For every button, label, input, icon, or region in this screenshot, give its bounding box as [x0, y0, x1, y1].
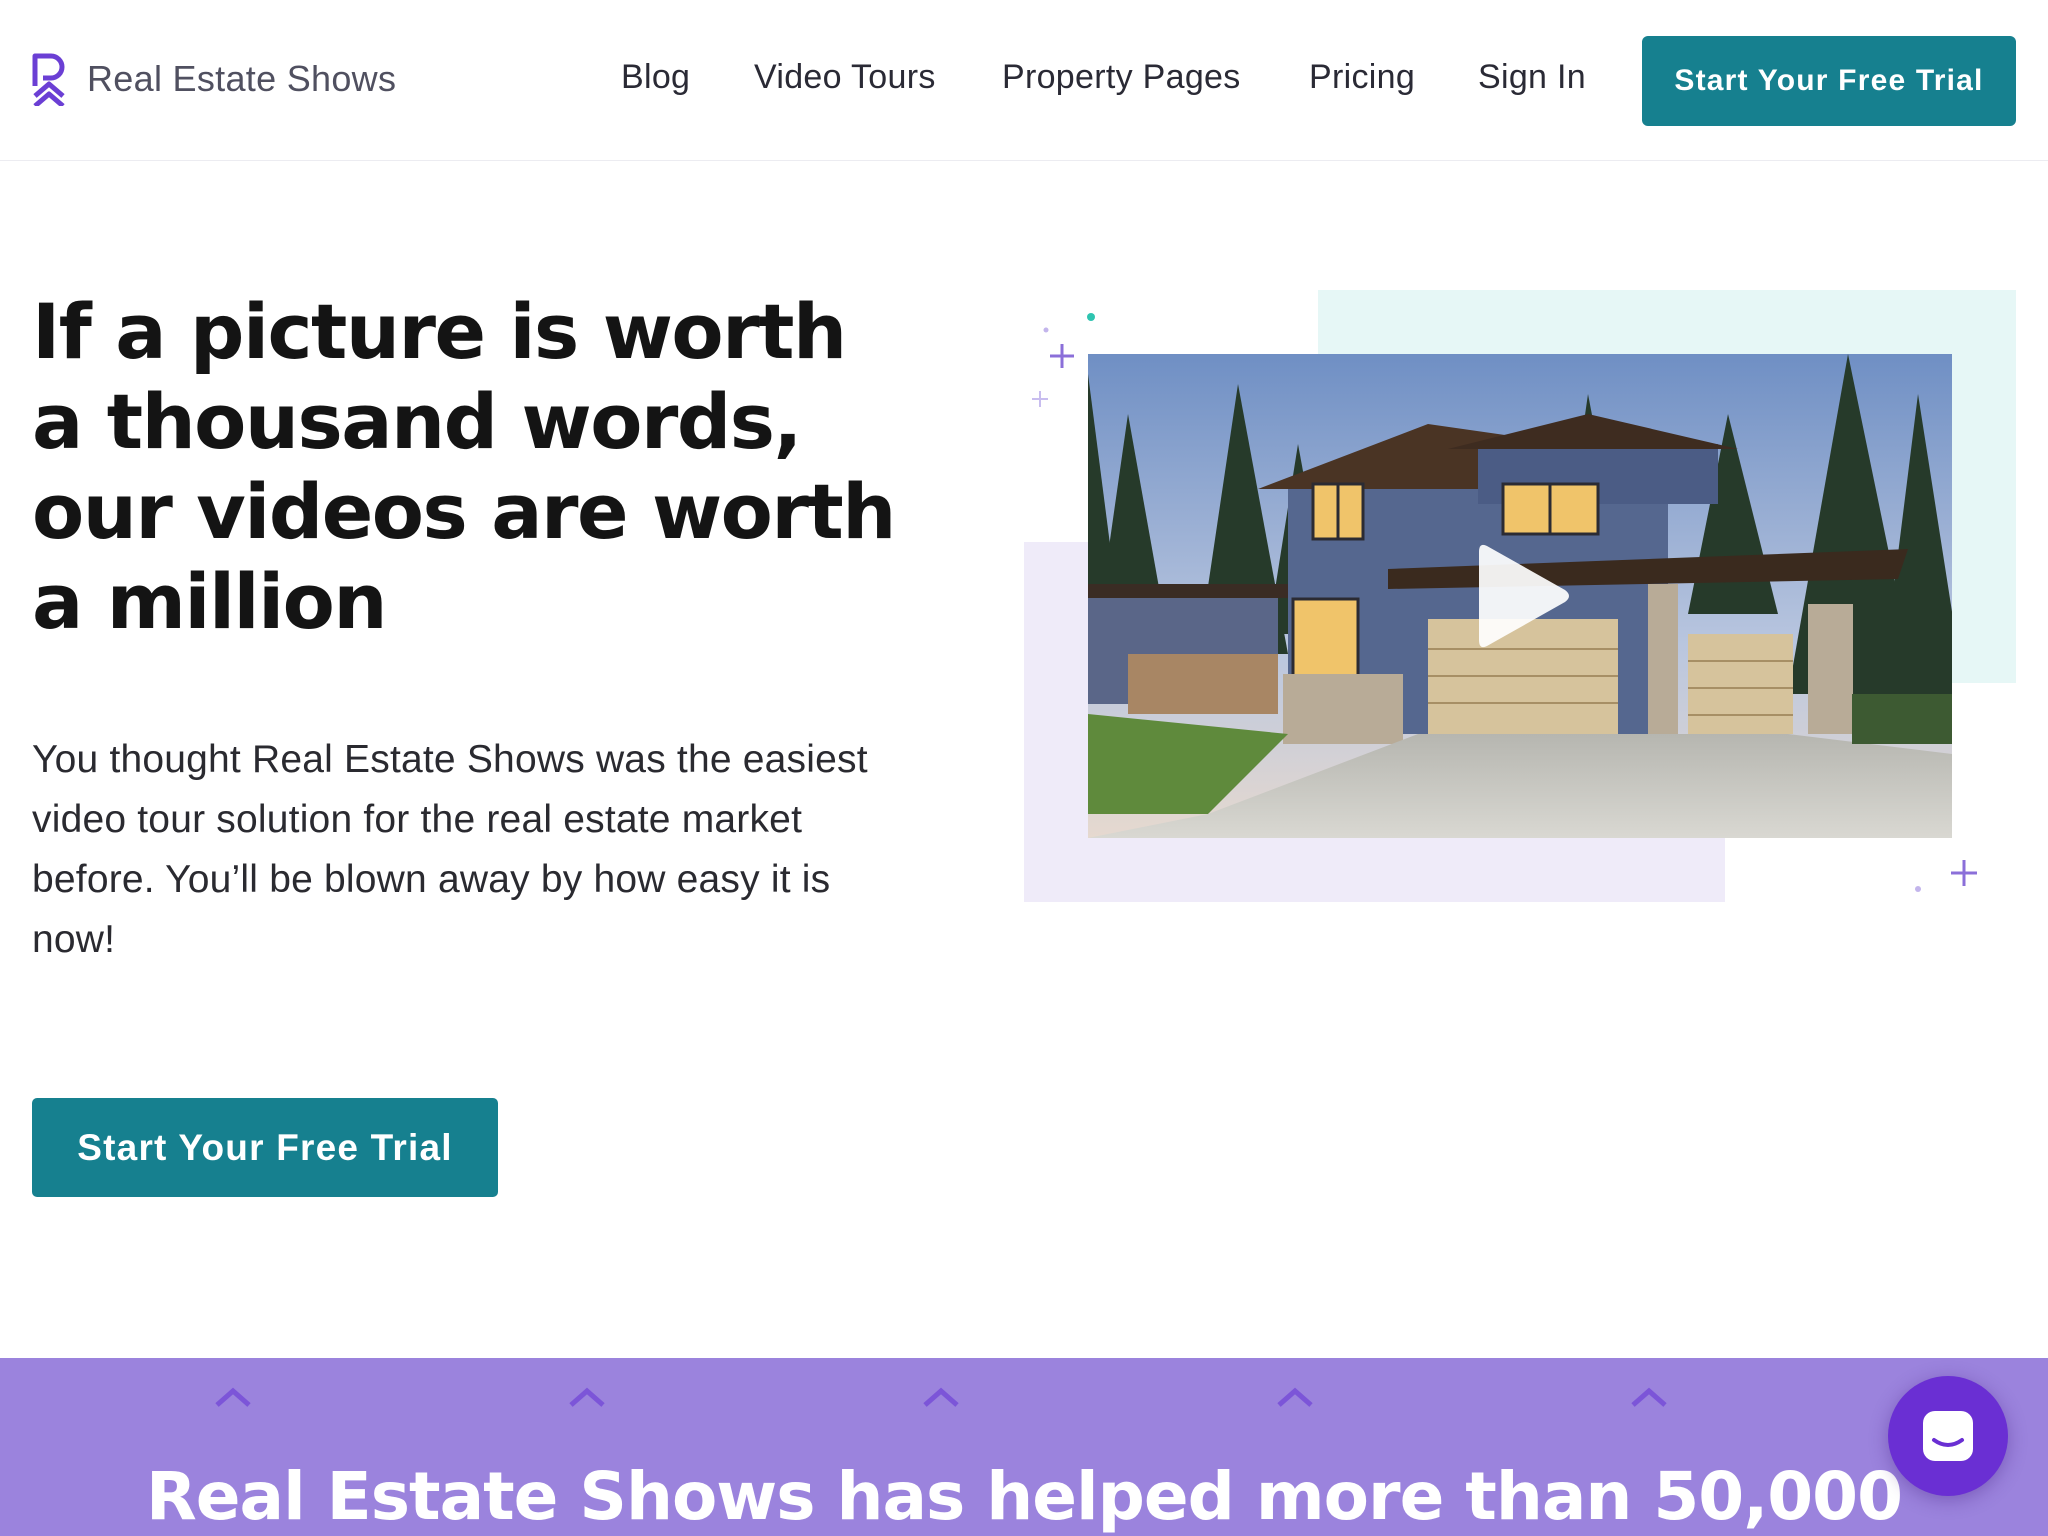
nav-property-pages[interactable]: Property Pages: [1002, 58, 1241, 97]
chat-launcher-button[interactable]: [1888, 1376, 2008, 1496]
site-header: Real Estate Shows Blog Video Tours Prope…: [0, 0, 2048, 161]
nav-video-tours[interactable]: Video Tours: [754, 58, 936, 97]
header-start-trial-button[interactable]: Start Your Free Trial: [1642, 36, 2016, 126]
nav-pricing[interactable]: Pricing: [1309, 58, 1415, 97]
sparkle-decoration-bottom: [1915, 860, 1977, 892]
chevron-up-icon: [569, 1387, 605, 1407]
chevron-up-icon: [1277, 1387, 1313, 1407]
hero-description: You thought Real Estate Shows was the ea…: [32, 738, 868, 961]
logo[interactable]: Real Estate Shows: [31, 52, 396, 106]
hero-start-trial-button[interactable]: Start Your Free Trial: [32, 1098, 498, 1197]
chevron-up-icon: [1631, 1387, 1667, 1407]
stats-band: Real Estate Shows has helped more than 5…: [0, 1358, 2048, 1536]
nav-sign-in[interactable]: Sign In: [1478, 58, 1586, 97]
logo-text: Real Estate Shows: [87, 58, 397, 99]
band-title: Real Estate Shows has helped more than 5…: [145, 1458, 1903, 1535]
play-icon[interactable]: [1473, 538, 1573, 654]
chevron-up-icon: [923, 1387, 959, 1407]
nav-blog[interactable]: Blog: [621, 58, 690, 97]
hero-title: If a picture is worth a thousand words, …: [32, 287, 896, 646]
video-player[interactable]: [1088, 354, 1952, 838]
chat-bubble-icon: [1923, 1411, 1973, 1461]
logo-mark-icon: [32, 53, 65, 106]
chevron-up-icon: [215, 1387, 251, 1407]
